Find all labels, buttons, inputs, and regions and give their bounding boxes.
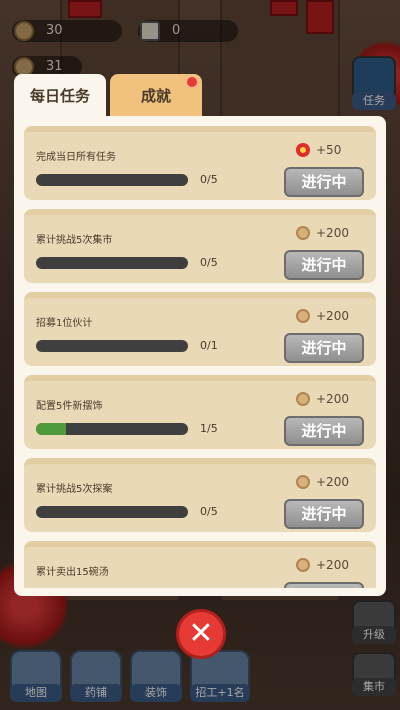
reward-amount: +50	[316, 143, 342, 157]
progress-text: 0/5	[200, 256, 218, 269]
coin-icon	[296, 475, 310, 489]
task-name: 配置5件新摆饰	[36, 401, 103, 412]
task-reward: +200	[296, 392, 349, 406]
task-row: 累计挑战5次探案 +200 0/5 进行中	[24, 458, 376, 532]
in-progress-button[interactable]: 进行中	[284, 167, 364, 197]
progress-bar	[36, 506, 188, 518]
progress-bar	[36, 423, 188, 435]
in-progress-button[interactable]: 进行中	[284, 416, 364, 446]
notification-dot	[186, 76, 198, 88]
progress-text: 0/5	[200, 173, 218, 186]
coin-icon	[296, 309, 310, 323]
progress-bar	[36, 257, 188, 269]
task-name: 累计挑战5次集市	[36, 235, 113, 246]
task-name: 完成当日所有任务	[36, 152, 116, 163]
progress-text: 0/1	[200, 339, 218, 352]
task-name: 招募1位伙计	[36, 318, 93, 329]
reward-amount: +200	[316, 226, 349, 240]
progress-bar	[36, 340, 188, 352]
coin-icon	[296, 392, 310, 406]
reward-amount: +200	[316, 475, 349, 489]
task-name: 累计挑战5次探案	[36, 484, 113, 495]
reward-amount: +200	[316, 392, 349, 406]
in-progress-button[interactable]: 进行中	[284, 333, 364, 363]
task-row: 累计卖出15碗汤 +200	[24, 541, 376, 588]
task-name: 累计卖出15碗汤	[36, 567, 109, 578]
task-reward: +50	[296, 143, 341, 157]
task-reward: +200	[296, 558, 349, 572]
task-list[interactable]: 完成当日所有任务 +50 0/5 进行中 累计挑战5次集市 +200 0/5 进行中 招募1位伙…	[24, 126, 376, 588]
task-dialog: 每日任务 成就 完成当日所有任务 +50 0/5 进行中 累计挑战5次集市 +200 0/5…	[14, 74, 386, 596]
task-panel: 完成当日所有任务 +50 0/5 进行中 累计挑战5次集市 +200 0/5 进行中 招募1位伙…	[14, 116, 386, 596]
task-reward: +200	[296, 475, 349, 489]
tab-achievements[interactable]: 成就	[110, 74, 202, 118]
progress-text: 0/5	[200, 505, 218, 518]
tab-daily-tasks[interactable]: 每日任务	[14, 74, 106, 118]
coin-icon	[296, 558, 310, 572]
progress-text: 1/5	[200, 422, 218, 435]
progress-bar-fill	[36, 423, 67, 435]
in-progress-button[interactable]	[284, 582, 364, 588]
task-row: 招募1位伙计 +200 0/1 进行中	[24, 292, 376, 366]
coin-icon	[296, 226, 310, 240]
task-row: 配置5件新摆饰 +200 1/5 进行中	[24, 375, 376, 449]
task-row: 累计挑战5次集市 +200 0/5 进行中	[24, 209, 376, 283]
tab-achievements-label: 成就	[140, 87, 171, 105]
flower-icon	[296, 143, 310, 157]
task-reward: +200	[296, 309, 349, 323]
close-button[interactable]: ✕	[176, 609, 226, 659]
reward-amount: +200	[316, 558, 349, 572]
task-row: 完成当日所有任务 +50 0/5 进行中	[24, 126, 376, 200]
in-progress-button[interactable]: 进行中	[284, 250, 364, 280]
reward-amount: +200	[316, 309, 349, 323]
in-progress-button[interactable]: 进行中	[284, 499, 364, 529]
task-reward: +200	[296, 226, 349, 240]
progress-bar	[36, 174, 188, 186]
